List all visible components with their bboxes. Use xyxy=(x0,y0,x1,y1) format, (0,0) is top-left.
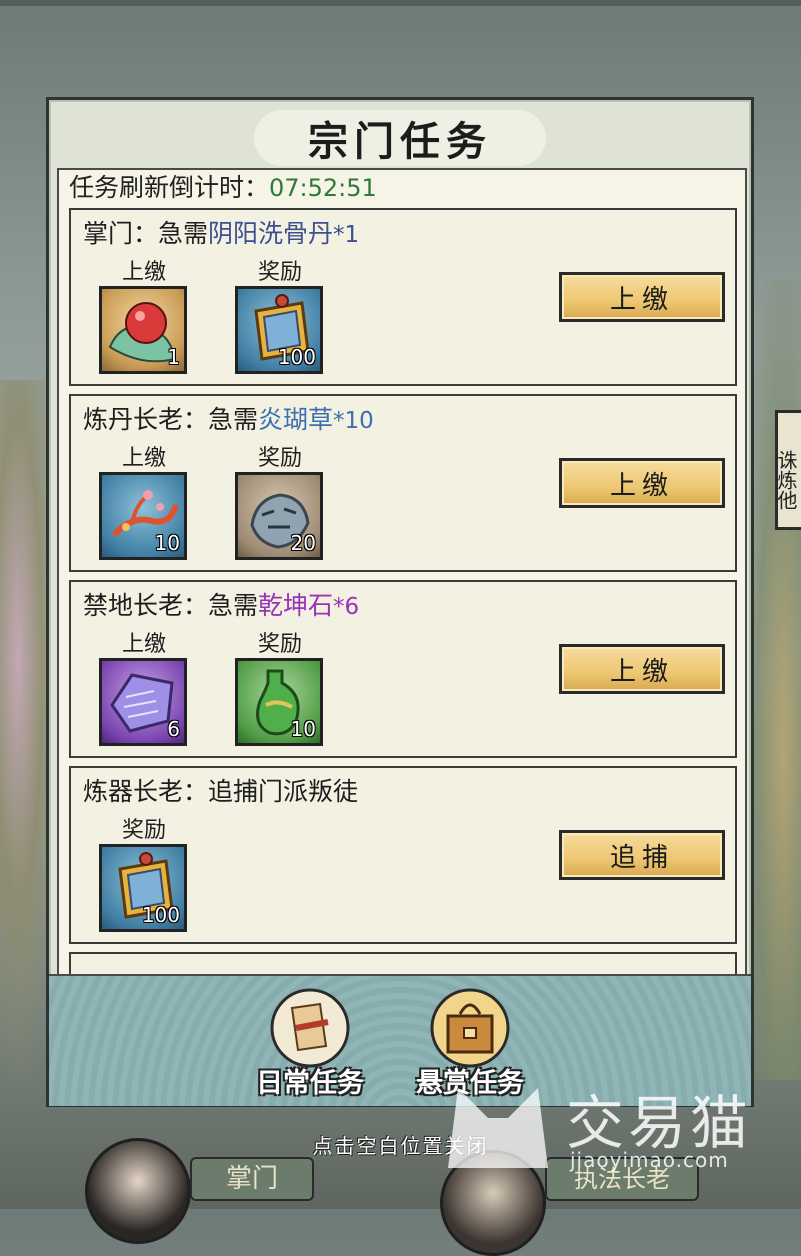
task-card: 炼丹长老：急需炎瑚草*10 上缴 10 奖励 20 上缴 xyxy=(69,394,737,572)
task-title: 炼丹长老：急需炎瑚草*10 xyxy=(83,400,374,436)
task-item-qty: *6 xyxy=(333,594,360,620)
close-hint[interactable]: 点击空白位置关闭 xyxy=(0,1130,801,1159)
task-prefix: 炼丹长老：急需 xyxy=(83,405,259,434)
submit-label: 上缴 xyxy=(121,632,166,657)
submit-count: 1 xyxy=(167,345,180,369)
task-list[interactable]: 掌门：急需阴阳洗骨丹*1 上缴 1 奖励 100 上缴 炼丹长老：急需炎瑚草*1… xyxy=(57,204,747,976)
reward-label: 奖励 xyxy=(257,446,302,471)
submit-button[interactable]: 上缴 xyxy=(559,644,725,694)
reward-count: 100 xyxy=(141,903,180,927)
countdown-value: 07:52:51 xyxy=(269,174,377,202)
task-item-name: 乾坤石 xyxy=(258,591,334,620)
submit-item-slot[interactable]: 6 xyxy=(99,658,187,746)
reward-item-slot[interactable]: 10 xyxy=(235,658,323,746)
capture-button[interactable]: 追捕 xyxy=(559,830,725,880)
reward-count: 10 xyxy=(290,717,316,741)
task-card: 炼器长老：追捕门派叛徒 奖励 100 追捕 xyxy=(69,766,737,944)
reward-label: 奖励 xyxy=(257,632,302,657)
reward-item-slot[interactable]: 100 xyxy=(99,844,187,932)
reward-label: 奖励 xyxy=(121,818,166,843)
submit-button[interactable]: 上缴 xyxy=(559,458,725,508)
elder-avatar xyxy=(440,1150,546,1256)
task-card: 掌门：急需阴阳洗骨丹*1 上缴 1 奖励 100 上缴 xyxy=(69,208,737,386)
task-title: 禁地长老：急需乾坤石*6 xyxy=(83,586,359,622)
reward-count: 20 xyxy=(290,531,316,555)
task-item-name: 阴阳洗骨丹 xyxy=(208,219,334,248)
task-title: 炼器长老：追捕门派叛徒 xyxy=(83,772,358,808)
elder-nameplate: 执法长老 xyxy=(545,1157,699,1201)
submit-label: 上缴 xyxy=(121,260,166,285)
top-strip xyxy=(0,0,801,6)
task-card-partial xyxy=(69,952,737,974)
submit-item-slot[interactable]: 1 xyxy=(99,286,187,374)
task-item-name: 炎瑚草 xyxy=(258,405,334,434)
reward-count: 100 xyxy=(277,345,316,369)
task-title: 掌门：急需阴阳洗骨丹*1 xyxy=(83,214,359,250)
task-item-qty: *1 xyxy=(333,222,360,248)
task-item-qty: *10 xyxy=(333,408,374,434)
countdown-label: 任务刷新倒计时： xyxy=(69,173,270,202)
task-prefix: 掌门：急需 xyxy=(83,219,209,248)
tab-bounty-tasks[interactable]: 悬赏任务 xyxy=(405,988,535,1100)
submit-count: 6 xyxy=(167,717,180,741)
task-prefix: 炼器长老：追捕门派叛徒 xyxy=(83,777,359,806)
reward-label: 奖励 xyxy=(257,260,302,285)
task-prefix: 禁地长老：急需 xyxy=(83,591,259,620)
refresh-countdown: 任务刷新倒计时：07:52:51 xyxy=(57,168,747,204)
bounty-chest-icon xyxy=(430,988,510,1068)
submit-button[interactable]: 上缴 xyxy=(559,272,725,322)
tab-daily-label: 日常任务 xyxy=(256,1068,364,1099)
panel-title: 宗门任务 xyxy=(254,110,546,166)
tab-daily-tasks[interactable]: 日常任务 xyxy=(245,988,375,1100)
submit-label: 上缴 xyxy=(121,446,166,471)
task-type-tabs: 日常任务 悬赏任务 xyxy=(49,974,751,1106)
reward-item-slot[interactable]: 100 xyxy=(235,286,323,374)
task-card: 禁地长老：急需乾坤石*6 上缴 6 奖励 10 上缴 xyxy=(69,580,737,758)
scroll-icon xyxy=(270,988,350,1068)
reward-item-slot[interactable]: 20 xyxy=(235,472,323,560)
sect-task-panel: 宗门任务 任务刷新倒计时：07:52:51 掌门：急需阴阳洗骨丹*1 上缴 1 … xyxy=(46,97,754,1107)
submit-count: 10 xyxy=(154,531,180,555)
side-panel-tab[interactable]: 诛炼他 xyxy=(775,410,801,530)
master-nameplate: 掌门 xyxy=(190,1157,314,1201)
tab-bounty-label: 悬赏任务 xyxy=(416,1068,524,1099)
submit-item-slot[interactable]: 10 xyxy=(99,472,187,560)
